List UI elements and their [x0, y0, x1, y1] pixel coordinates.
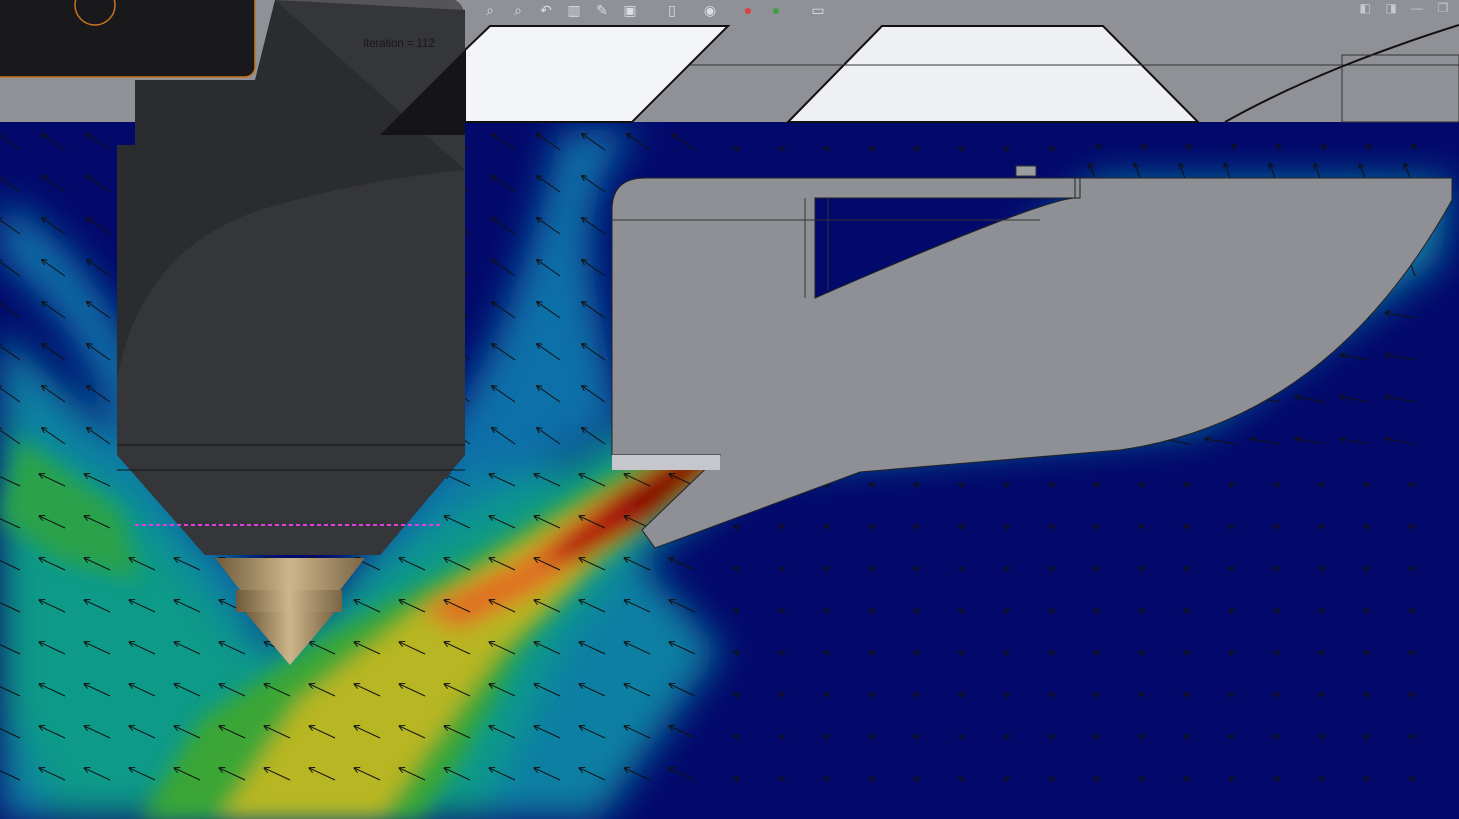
tile-right-icon[interactable]: ◨ — [1383, 0, 1399, 16]
minimize-icon[interactable]: — — [1409, 0, 1425, 16]
previous-view-icon[interactable]: ↶ — [536, 1, 556, 19]
section-view-icon[interactable]: ▥ — [564, 1, 584, 19]
scene-icon[interactable]: ● — [766, 1, 786, 19]
monitor-icon[interactable]: ▭ — [808, 1, 828, 19]
window-controls: ◧ ◨ — ❐ — [1357, 0, 1451, 16]
hide-show-icon[interactable]: ◉ — [700, 1, 720, 19]
iteration-label: Iteration = 112 — [363, 36, 435, 50]
zoom-area-icon[interactable]: ⌕ — [508, 1, 528, 19]
view-toolbar: ⌕ ⌕ ↶ ▥ ✎ ▣ ▯ ◉ ● ● ▭ — [480, 0, 828, 20]
edit-appearance-icon[interactable]: ● — [738, 1, 758, 19]
view-settings-icon[interactable]: ✎ — [592, 1, 612, 19]
tile-left-icon[interactable]: ◧ — [1357, 0, 1373, 16]
restore-icon[interactable]: ❐ — [1435, 0, 1451, 16]
zoom-to-fit-icon[interactable]: ⌕ — [480, 1, 500, 19]
cfd-viewport[interactable] — [0, 0, 1459, 819]
view-orientation-icon[interactable]: ▯ — [662, 1, 682, 19]
display-style-icon[interactable]: ▣ — [620, 1, 640, 19]
